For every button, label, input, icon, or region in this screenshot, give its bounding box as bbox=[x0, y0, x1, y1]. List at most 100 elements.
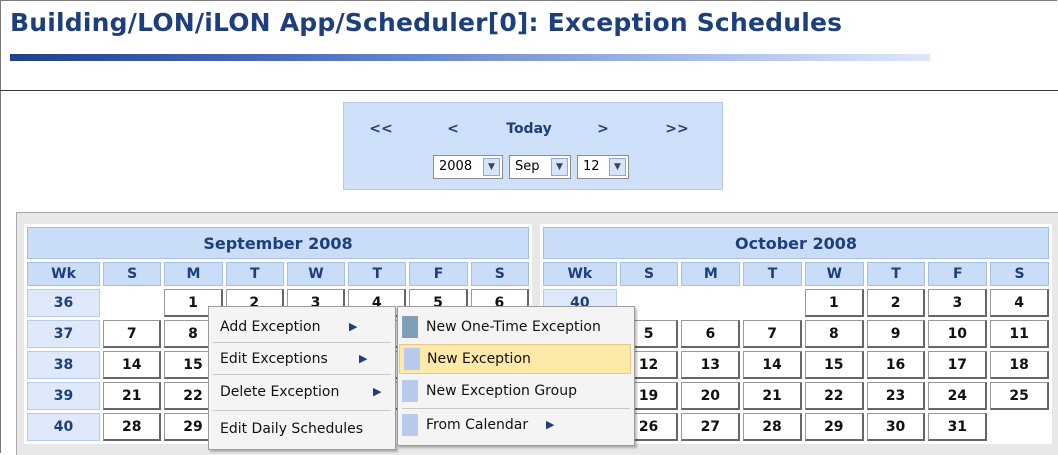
menu-divider bbox=[402, 408, 630, 409]
submenu-item-label: New Exception Group bbox=[426, 383, 577, 399]
prev-month-button[interactable]: < bbox=[424, 113, 482, 145]
day-cell[interactable]: 24 bbox=[928, 382, 988, 410]
empty-day-cell bbox=[681, 289, 741, 317]
day-cell[interactable]: 1 bbox=[804, 289, 864, 317]
context-menu: Add Exception ▶ Edit Exceptions ▶ Delete… bbox=[208, 306, 396, 450]
menu-item-label: Edit Exceptions bbox=[220, 351, 328, 367]
day-cell[interactable]: 2 bbox=[866, 289, 926, 317]
submenu-item-new-exception-group[interactable]: New Exception Group bbox=[398, 376, 634, 406]
today-button[interactable]: Today bbox=[494, 113, 564, 145]
menu-divider bbox=[213, 342, 391, 343]
item-swatch bbox=[402, 380, 418, 402]
empty-day-cell bbox=[103, 289, 162, 317]
chevron-right-icon: ▶ bbox=[349, 320, 358, 333]
day-cell[interactable]: 3 bbox=[928, 289, 988, 317]
week-column-header: Wk bbox=[27, 262, 101, 286]
day-select[interactable]: 12 ▼ bbox=[577, 155, 629, 179]
day-cell[interactable]: 29 bbox=[804, 413, 864, 441]
weekday-header: S bbox=[619, 262, 679, 286]
menu-item-add-exception[interactable]: Add Exception ▶ bbox=[209, 312, 395, 342]
chevron-right-icon: ▶ bbox=[546, 418, 555, 431]
chevron-right-icon: ▶ bbox=[373, 385, 382, 398]
weekday-header: S bbox=[990, 262, 1049, 286]
day-value: 12 bbox=[583, 159, 600, 174]
day-cell[interactable]: 6 bbox=[681, 320, 741, 348]
month-value: Sep bbox=[515, 159, 540, 174]
chevron-down-icon: ▼ bbox=[483, 158, 500, 176]
day-cell[interactable]: 7 bbox=[743, 320, 802, 348]
weekday-header: M bbox=[681, 262, 741, 286]
menu-item-delete-exception[interactable]: Delete Exception ▶ bbox=[209, 377, 395, 407]
weekday-header: W bbox=[804, 262, 864, 286]
menu-divider bbox=[213, 410, 391, 411]
submenu-item-label: From Calendar bbox=[426, 417, 529, 433]
chevron-right-icon: ▶ bbox=[359, 352, 368, 365]
weekday-header: T bbox=[743, 262, 802, 286]
week-number[interactable]: 38 bbox=[27, 351, 101, 379]
submenu-item-from-calendar[interactable]: From Calendar ▶ bbox=[398, 410, 634, 440]
menu-item-label: Add Exception bbox=[220, 319, 321, 335]
weekday-header: T bbox=[866, 262, 926, 286]
day-cell[interactable]: 25 bbox=[990, 382, 1049, 410]
day-cell[interactable]: 28 bbox=[103, 413, 162, 441]
submenu-item-label: New Exception bbox=[427, 351, 531, 367]
day-cell[interactable]: 14 bbox=[743, 351, 802, 379]
weekday-header: F bbox=[409, 262, 468, 286]
date-navigator: << < Today > >> 2008 ▼ Sep ▼ 12 ▼ bbox=[343, 102, 723, 190]
month-select[interactable]: Sep ▼ bbox=[509, 155, 571, 179]
weekday-header: T bbox=[348, 262, 407, 286]
day-cell[interactable]: 22 bbox=[804, 382, 864, 410]
day-cell[interactable]: 14 bbox=[103, 351, 162, 379]
empty-day-cell bbox=[990, 413, 1049, 441]
prev-year-button[interactable]: << bbox=[352, 113, 410, 145]
submenu-item-new-one-time-exception[interactable]: New One-Time Exception bbox=[398, 312, 634, 342]
day-cell[interactable]: 21 bbox=[103, 382, 162, 410]
submenu-item-label: New One-Time Exception bbox=[426, 319, 601, 335]
week-column-header: Wk bbox=[543, 262, 617, 286]
day-cell[interactable]: 10 bbox=[928, 320, 988, 348]
add-exception-submenu: New One-Time Exception New Exception New… bbox=[397, 306, 635, 446]
submenu-item-new-exception[interactable]: New Exception bbox=[399, 344, 631, 374]
weekday-header: W bbox=[286, 262, 346, 286]
day-cell[interactable]: 18 bbox=[990, 351, 1049, 379]
empty-day-cell bbox=[743, 289, 802, 317]
menu-item-edit-daily-schedules[interactable]: Edit Daily Schedules bbox=[209, 414, 395, 444]
day-cell[interactable]: 23 bbox=[866, 382, 926, 410]
day-cell[interactable]: 13 bbox=[681, 351, 741, 379]
day-cell[interactable]: 8 bbox=[804, 320, 864, 348]
menu-divider bbox=[213, 374, 391, 375]
day-cell[interactable]: 7 bbox=[103, 320, 162, 348]
day-cell[interactable]: 11 bbox=[990, 320, 1049, 348]
year-select[interactable]: 2008 ▼ bbox=[433, 155, 503, 179]
day-cell[interactable]: 16 bbox=[866, 351, 926, 379]
day-cell[interactable]: 20 bbox=[681, 382, 741, 410]
day-cell[interactable]: 31 bbox=[928, 413, 988, 441]
day-cell[interactable]: 28 bbox=[743, 413, 802, 441]
weekday-header: F bbox=[928, 262, 988, 286]
day-cell[interactable]: 15 bbox=[804, 351, 864, 379]
weekday-header: S bbox=[470, 262, 529, 286]
next-year-button[interactable]: >> bbox=[648, 113, 706, 145]
menu-item-label: Delete Exception bbox=[220, 384, 340, 400]
day-cell[interactable]: 30 bbox=[866, 413, 926, 441]
day-cell[interactable]: 9 bbox=[866, 320, 926, 348]
item-swatch bbox=[402, 316, 418, 338]
day-cell[interactable]: 17 bbox=[928, 351, 988, 379]
day-cell[interactable]: 27 bbox=[681, 413, 741, 441]
page-title: Building/LON/iLON App/Scheduler[0]: Exce… bbox=[10, 8, 843, 37]
menu-item-label: Edit Daily Schedules bbox=[220, 421, 364, 437]
header-separator bbox=[0, 90, 1058, 91]
title-underline bbox=[10, 54, 930, 61]
week-number[interactable]: 37 bbox=[27, 320, 101, 348]
weekday-header: T bbox=[225, 262, 284, 286]
week-number[interactable]: 40 bbox=[27, 413, 101, 441]
week-number[interactable]: 36 bbox=[27, 289, 101, 317]
day-cell[interactable]: 21 bbox=[743, 382, 802, 410]
day-cell[interactable]: 4 bbox=[990, 289, 1049, 317]
item-swatch bbox=[402, 414, 418, 436]
month-header: October 2008 bbox=[543, 227, 1049, 259]
week-number[interactable]: 39 bbox=[27, 382, 101, 410]
next-month-button[interactable]: > bbox=[574, 113, 632, 145]
chevron-down-icon: ▼ bbox=[551, 158, 568, 176]
menu-item-edit-exceptions[interactable]: Edit Exceptions ▶ bbox=[209, 344, 395, 374]
